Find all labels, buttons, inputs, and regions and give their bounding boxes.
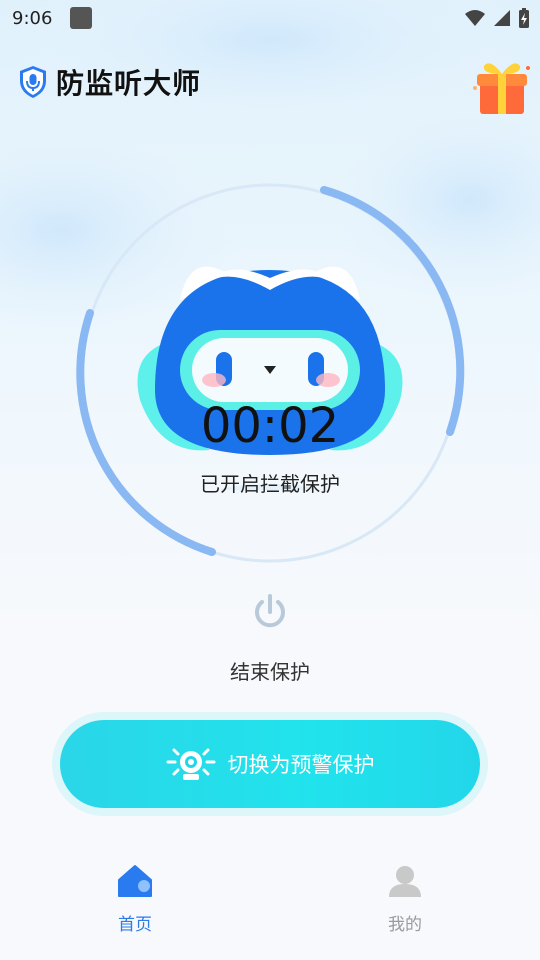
status-bar: 9:06: [0, 0, 540, 36]
gift-icon[interactable]: [470, 54, 534, 118]
wifi-icon: [465, 10, 485, 26]
app-title: 防监听大师: [56, 67, 202, 100]
shield-mic-icon: [20, 66, 46, 98]
app-header: 防监听大师: [18, 62, 201, 102]
bottom-nav: 首页 我的: [0, 850, 540, 960]
home-icon: [118, 865, 152, 897]
battery-icon: [519, 8, 529, 28]
signal-icon: [494, 10, 510, 26]
nav-label-home: 首页: [118, 915, 152, 935]
system-icons: [464, 7, 530, 29]
protection-status: 已开启拦截保护: [200, 472, 340, 496]
protection-timer: 00:02: [200, 398, 340, 454]
nav-item-profile[interactable]: 我的: [345, 864, 465, 935]
notification-icon: [70, 7, 93, 29]
nav-label-profile: 我的: [388, 915, 422, 935]
power-icon[interactable]: [250, 592, 290, 632]
nav-item-home[interactable]: 首页: [75, 864, 195, 935]
switch-button-label: 切换为预警保护: [227, 753, 375, 777]
end-protection-button[interactable]: 结束保护: [0, 656, 540, 685]
alarm-camera-icon: [166, 748, 215, 780]
switch-to-alert-button[interactable]: 切换为预警保护: [60, 720, 480, 808]
status-time: 9:06: [12, 7, 53, 29]
user-icon: [389, 866, 421, 897]
